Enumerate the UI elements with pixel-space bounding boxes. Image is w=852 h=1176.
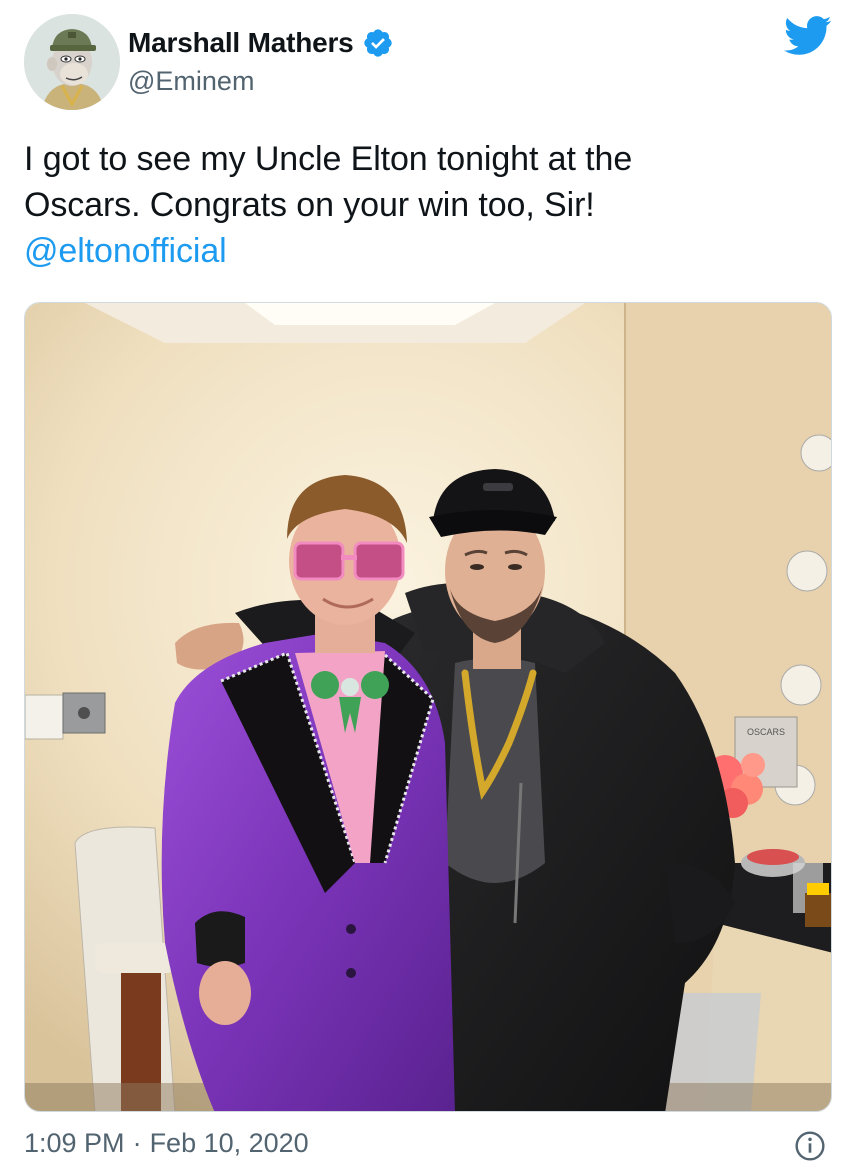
footer-separator: · bbox=[132, 1128, 142, 1158]
tweet-footer: 1:09 PM · Feb 10, 2020 bbox=[24, 1128, 309, 1159]
tweet-text-line-1: I got to see my Uncle Elton tonight at t… bbox=[24, 140, 633, 178]
bored-ape-avatar-icon bbox=[24, 14, 120, 110]
tweet-time[interactable]: 1:09 PM bbox=[24, 1128, 125, 1159]
avatar[interactable] bbox=[24, 14, 120, 110]
twitter-bird-icon[interactable] bbox=[784, 16, 832, 56]
display-name[interactable]: Marshall Mathers bbox=[128, 27, 354, 59]
photo-illustration: OSCARS bbox=[25, 303, 831, 1111]
oscars-sign-text: OSCARS bbox=[747, 727, 785, 737]
tweet-card: Marshall Mathers @Eminem I got to see my… bbox=[0, 0, 852, 1176]
tweet-text: I got to see my Uncle Elton tonight at t… bbox=[24, 136, 824, 274]
jar bbox=[805, 893, 831, 927]
mention-link[interactable]: @eltonofficial bbox=[24, 232, 227, 270]
author-block: Marshall Mathers @Eminem bbox=[128, 24, 394, 97]
tweet-date[interactable]: Feb 10, 2020 bbox=[150, 1128, 309, 1159]
handle[interactable]: @Eminem bbox=[128, 66, 394, 97]
tweet-photo[interactable]: OSCARS bbox=[24, 302, 832, 1112]
tweet-text-line-2: Oscars. Congrats on your win too, Sir! bbox=[24, 186, 595, 224]
info-icon[interactable] bbox=[794, 1130, 826, 1162]
verified-badge-icon bbox=[363, 29, 392, 57]
light-switch bbox=[25, 694, 64, 740]
display-name-row: Marshall Mathers bbox=[128, 24, 394, 62]
